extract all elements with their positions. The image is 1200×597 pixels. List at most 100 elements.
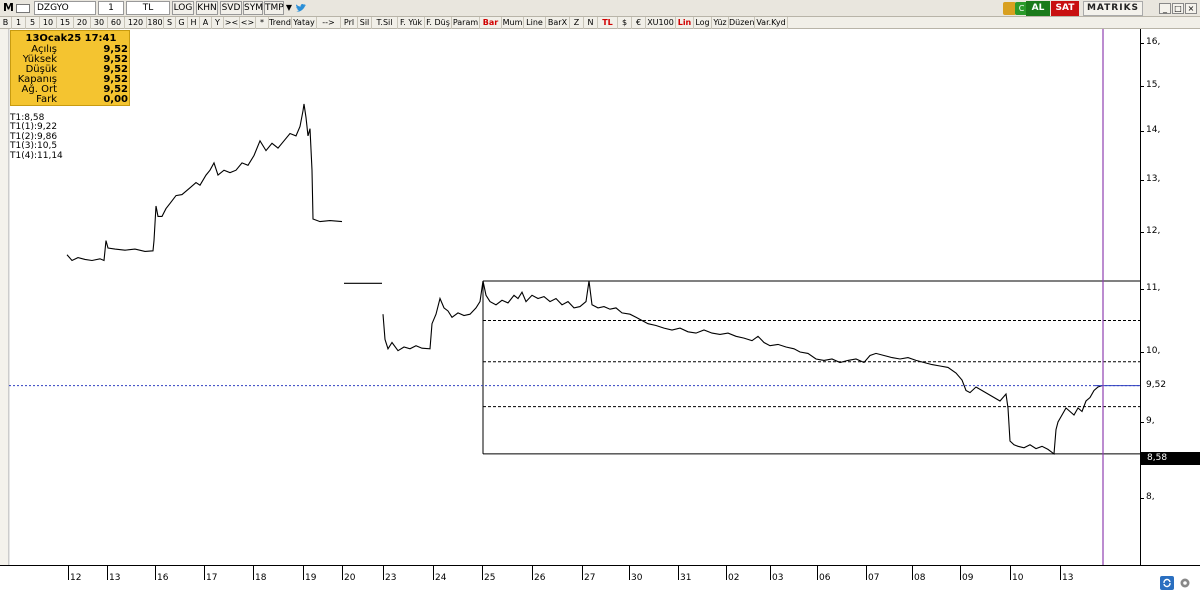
currency-field[interactable]: TL <box>126 1 170 15</box>
toolbar-item[interactable]: € <box>632 17 646 29</box>
toolbar-item[interactable]: G <box>176 17 188 29</box>
date-tick-mark <box>817 566 818 580</box>
price-tick-mark <box>1140 422 1144 423</box>
price-tick-mark <box>1140 498 1144 499</box>
date-tick-mark <box>155 566 156 580</box>
toolbar-item[interactable]: 30 <box>91 17 108 29</box>
date-tick-label: 30 <box>631 573 643 583</box>
period-field[interactable]: 1 <box>98 1 124 15</box>
date-tick-label: 27 <box>584 573 596 583</box>
toolbar-item[interactable]: N <box>584 17 598 29</box>
toolbar-item[interactable]: Yatay <box>292 17 317 29</box>
menu-letter[interactable]: M <box>3 1 16 15</box>
toolbar-item[interactable]: 15 <box>57 17 74 29</box>
close-icon[interactable]: × <box>1185 3 1197 14</box>
date-tick-label: 31 <box>680 573 692 583</box>
toolbar-item[interactable]: Var.Kyd <box>755 17 788 29</box>
date-tick-label: 12 <box>70 573 82 583</box>
dropdown-arrow-icon[interactable]: ▼ <box>284 1 294 15</box>
settings-icon[interactable] <box>1178 576 1192 590</box>
sym-button[interactable]: SYM <box>243 1 263 15</box>
khn-button[interactable]: KHN <box>196 1 218 15</box>
title-bar: M DZGYO 1 TL LOG KHN SVD SYM TMP ▼ C AL … <box>0 0 1200 17</box>
toolbar-item[interactable]: TL <box>598 17 618 29</box>
toolbar-item[interactable]: T.Sil <box>372 17 398 29</box>
twitter-icon[interactable] <box>295 2 307 14</box>
level-item: T1(4):11,14 <box>10 150 63 161</box>
date-tick-label: 20 <box>344 573 356 583</box>
symbol-input[interactable]: DZGYO <box>34 1 96 15</box>
toolbar-item[interactable]: Line <box>524 17 546 29</box>
price-tick-mark <box>1140 43 1144 44</box>
maximize-icon[interactable]: □ <box>1172 3 1184 14</box>
toolbar-item[interactable]: H <box>188 17 200 29</box>
minimize-icon[interactable]: _ <box>1159 3 1171 14</box>
price-series-segment <box>382 280 1103 455</box>
toolbar-item[interactable]: Lin <box>676 17 694 29</box>
toolbar-item[interactable]: Yüz <box>712 17 729 29</box>
date-tick-label: 25 <box>484 573 496 583</box>
toolbar-item[interactable]: B <box>0 17 12 29</box>
toolbar-item[interactable]: Trend <box>269 17 292 29</box>
toolbar-item[interactable]: BarX <box>546 17 570 29</box>
toolbar-item[interactable]: <> <box>240 17 256 29</box>
date-tick-label: 24 <box>435 573 447 583</box>
toolbar-item[interactable]: Prl <box>341 17 358 29</box>
toolbar-item[interactable]: 60 <box>108 17 125 29</box>
toolbar-item[interactable]: Düzen <box>729 17 755 29</box>
toolbar-item[interactable]: 120 <box>125 17 147 29</box>
price-tick-label: 12, <box>1146 226 1161 236</box>
toolbar-item[interactable]: 5 <box>26 17 40 29</box>
price-chart[interactable] <box>9 29 1140 565</box>
ohlc-info-box: 13Ocak25 17:41 Açılış 9,52 Yüksek 9,52 Düş… <box>10 30 130 106</box>
date-tick-mark <box>1010 566 1011 580</box>
buy-button[interactable]: AL <box>1026 1 1050 16</box>
date-tick-mark <box>107 566 108 580</box>
toolbar-item[interactable]: Sil <box>358 17 372 29</box>
sell-button[interactable]: SAT <box>1051 1 1079 16</box>
date-tick-mark <box>204 566 205 580</box>
date-tick-label: 03 <box>772 573 784 583</box>
sync-icon[interactable] <box>1160 576 1174 590</box>
toolbar-item[interactable]: Bar <box>480 17 502 29</box>
price-tick-label: 16, <box>1146 37 1161 47</box>
toolbar-item[interactable]: Param <box>452 17 480 29</box>
date-tick-mark <box>866 566 867 580</box>
toolbar-item[interactable]: Log <box>694 17 712 29</box>
toolbar-item[interactable]: Y <box>212 17 224 29</box>
toolbar-item[interactable]: 10 <box>40 17 57 29</box>
toolbar-item[interactable]: Z <box>570 17 584 29</box>
toolbar-item[interactable]: $ <box>618 17 632 29</box>
date-tick-mark <box>678 566 679 580</box>
toolbar-item[interactable]: S <box>164 17 176 29</box>
price-tick-label: 10, <box>1146 346 1161 356</box>
price-axis[interactable] <box>1140 29 1200 565</box>
toolbar-item[interactable]: >< <box>224 17 240 29</box>
toolbar-item[interactable]: 20 <box>74 17 91 29</box>
toolbar-item[interactable]: F. Yük <box>398 17 425 29</box>
toolbar-item[interactable]: * <box>256 17 269 29</box>
date-tick-label: 13 <box>1062 573 1074 583</box>
date-tick-mark <box>726 566 727 580</box>
date-tick-mark <box>68 566 69 580</box>
toolbar-item[interactable]: 1 <box>12 17 26 29</box>
price-tick-label: 8, <box>1146 492 1155 502</box>
log-button[interactable]: LOG <box>172 1 194 15</box>
tmp-button[interactable]: TMP <box>264 1 284 15</box>
toolbar-item[interactable]: XU100 <box>646 17 676 29</box>
date-tick-mark <box>433 566 434 580</box>
date-tick-label: 18 <box>255 573 267 583</box>
toolbar-item[interactable]: F. Düş <box>425 17 452 29</box>
price-tick-mark <box>1140 86 1144 87</box>
date-tick-mark <box>482 566 483 580</box>
toolbar-item[interactable]: Mum <box>502 17 524 29</box>
price-tick-label: 14, <box>1146 125 1161 135</box>
date-tick-mark <box>532 566 533 580</box>
toolbar-item[interactable]: 180 <box>147 17 164 29</box>
toolbar-item[interactable]: --> <box>317 17 341 29</box>
date-tick-label: 10 <box>1012 573 1024 583</box>
date-tick-mark <box>912 566 913 580</box>
svd-button[interactable]: SVD <box>220 1 242 15</box>
info-timestamp: 13Ocak25 17:41 <box>25 33 117 44</box>
toolbar-item[interactable]: A <box>200 17 212 29</box>
